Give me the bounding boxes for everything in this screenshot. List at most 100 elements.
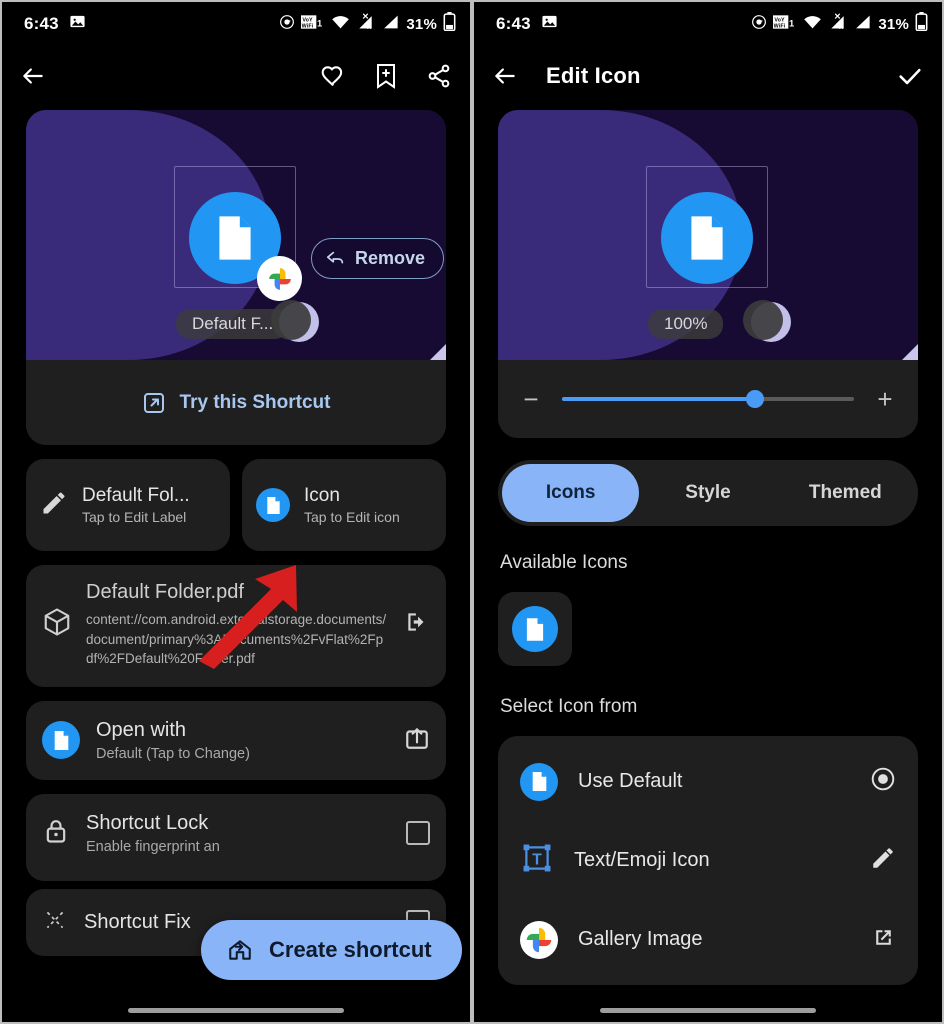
add-to-home-icon — [229, 940, 251, 960]
increase-scale-button[interactable]: + — [872, 384, 898, 415]
shortcut-lock-card[interactable]: Shortcut Lock Enable fingerprint an — [26, 793, 446, 881]
svg-text:T: T — [532, 851, 542, 868]
icon-scale-slider[interactable] — [562, 390, 854, 408]
fix-icon — [42, 907, 68, 938]
shortcut-lock-title: Shortcut Lock — [86, 811, 209, 834]
remove-label: Remove — [355, 248, 426, 268]
edit-icon-subtitle: Tap to Edit icon — [304, 509, 400, 526]
open-in-icon[interactable] — [404, 609, 430, 640]
try-this-shortcut-label: Try this Shortcut — [179, 391, 331, 413]
edit-label-title: Default Fol... — [82, 484, 190, 506]
shortcut-lock-checkbox[interactable] — [406, 821, 430, 846]
battery-percent: 31% — [406, 15, 437, 33]
edit-cards-row: Default Fol... Tap to Edit Label Icon Ta… — [26, 459, 446, 551]
open-with-subtitle: Default (Tap to Change) — [96, 745, 250, 762]
wifi-icon — [331, 14, 350, 35]
open-in-new-icon — [143, 392, 164, 413]
page-title: Edit Icon — [546, 63, 641, 88]
right-content: 100% − + Icons Style Themed Available Ic — [474, 110, 942, 985]
wallpaper-preview: 100% — [498, 110, 918, 360]
vowifi-icon: VoY WiFi 1 — [773, 14, 797, 35]
left-content: Remove Default F... Try this Shortcut De… — [2, 110, 470, 956]
svg-text:R: R — [839, 24, 844, 30]
text-emoji-label: Text/Emoji Icon — [574, 849, 710, 871]
create-shortcut-fab[interactable]: Create shortcut — [201, 920, 462, 980]
icon-source-tabs: Icons Style Themed — [498, 460, 918, 526]
select-row-use-default[interactable]: Use Default — [498, 742, 918, 821]
left-phone-screen: 6:43 VoY WiFi 1 R 31% Remove Default F..… — [0, 0, 472, 1024]
signal-icon — [853, 14, 872, 35]
edit-label-subtitle: Tap to Edit Label — [82, 509, 187, 526]
icon-preview-card: 100% − + — [498, 110, 918, 438]
signal-icon — [381, 14, 400, 35]
svg-text:1: 1 — [789, 18, 794, 28]
open-with-card[interactable]: Open with Default (Tap to Change) — [26, 700, 446, 780]
open-with-title: Open with — [96, 718, 187, 741]
left-app-bar — [2, 46, 470, 106]
battery-percent: 31% — [878, 15, 909, 33]
use-default-label: Use Default — [578, 770, 683, 792]
svg-text:VoY: VoY — [303, 17, 314, 23]
gesture-bar[interactable] — [600, 1008, 816, 1013]
lock-icon — [42, 817, 70, 850]
document-icon — [512, 606, 558, 652]
check-icon[interactable] — [896, 62, 924, 90]
back-arrow-icon[interactable] — [20, 63, 46, 89]
pencil-icon — [40, 489, 68, 522]
svg-text:1: 1 — [317, 18, 322, 28]
share-icon[interactable] — [426, 63, 452, 89]
document-icon — [42, 721, 80, 760]
status-time: 6:43 — [496, 14, 531, 33]
wallpaper-preview: Remove Default F... — [26, 110, 446, 360]
open-in-new-icon[interactable] — [871, 925, 896, 955]
select-icon-source-list: Use Default T Text/Emoji Icon Gallery Im… — [498, 736, 918, 985]
back-arrow-icon[interactable] — [492, 63, 518, 89]
target-uri-card[interactable]: Default Folder.pdf content://com.android… — [26, 565, 446, 687]
right-app-bar: Edit Icon — [474, 46, 942, 106]
icon-scale-slider-row: − + — [498, 360, 918, 438]
alarm-icon — [751, 14, 767, 35]
moon-widget — [743, 300, 791, 342]
edit-icon-title: Icon — [304, 484, 340, 506]
moon-widget — [271, 300, 319, 342]
package-icon — [42, 607, 72, 642]
available-icon-tile[interactable] — [498, 592, 572, 666]
battery-icon — [915, 12, 928, 36]
select-row-gallery-image[interactable]: Gallery Image — [498, 900, 918, 979]
remove-button[interactable]: Remove — [311, 238, 445, 279]
preview-document-icon[interactable] — [661, 192, 753, 284]
try-this-shortcut-button[interactable]: Try this Shortcut — [26, 360, 446, 445]
select-row-text-emoji[interactable]: T Text/Emoji Icon — [498, 821, 918, 900]
slider-thumb[interactable] — [745, 390, 764, 408]
undo-arrow-icon — [326, 251, 344, 263]
svg-text:WiFi: WiFi — [302, 23, 314, 29]
edit-icon-card[interactable]: Icon Tap to Edit icon — [242, 459, 446, 551]
edit-label-card[interactable]: Default Fol... Tap to Edit Label — [26, 459, 230, 551]
document-icon — [256, 488, 290, 522]
tab-icons[interactable]: Icons — [502, 464, 640, 522]
svg-text:R: R — [367, 24, 372, 30]
signal-x-icon: R — [356, 13, 375, 35]
battery-icon — [443, 12, 456, 36]
status-bar-left: 6:43 VoY WiFi 1 R 31% — [2, 2, 470, 46]
gesture-bar[interactable] — [128, 1008, 344, 1013]
google-photos-icon — [520, 920, 558, 959]
scale-label-pill: 100% — [648, 309, 724, 339]
decrease-scale-button[interactable]: − — [518, 384, 544, 415]
pencil-icon[interactable] — [870, 845, 896, 876]
wallpaper-corner-triangle — [902, 344, 918, 360]
dual-screenshot: 6:43 VoY WiFi 1 R 31% Remove Default F..… — [0, 0, 944, 1024]
shortcut-lock-subtitle: Enable fingerprint an — [86, 838, 220, 855]
heart-icon[interactable] — [320, 63, 346, 89]
launch-icon[interactable] — [404, 725, 430, 756]
right-phone-screen: 6:43 VoY WiFi 1 R 31% Edit Icon 100% − +… — [472, 0, 944, 1024]
document-icon — [520, 762, 558, 801]
tab-style[interactable]: Style — [639, 464, 776, 522]
bookmark-add-icon[interactable] — [374, 63, 398, 89]
vowifi-icon: VoY WiFi 1 — [301, 14, 325, 35]
radio-selected-icon[interactable] — [870, 766, 896, 797]
text-box-icon: T — [520, 841, 554, 880]
wallpaper-corner-triangle — [430, 344, 446, 360]
tab-themed[interactable]: Themed — [777, 464, 914, 522]
google-photos-badge-icon — [257, 256, 302, 301]
